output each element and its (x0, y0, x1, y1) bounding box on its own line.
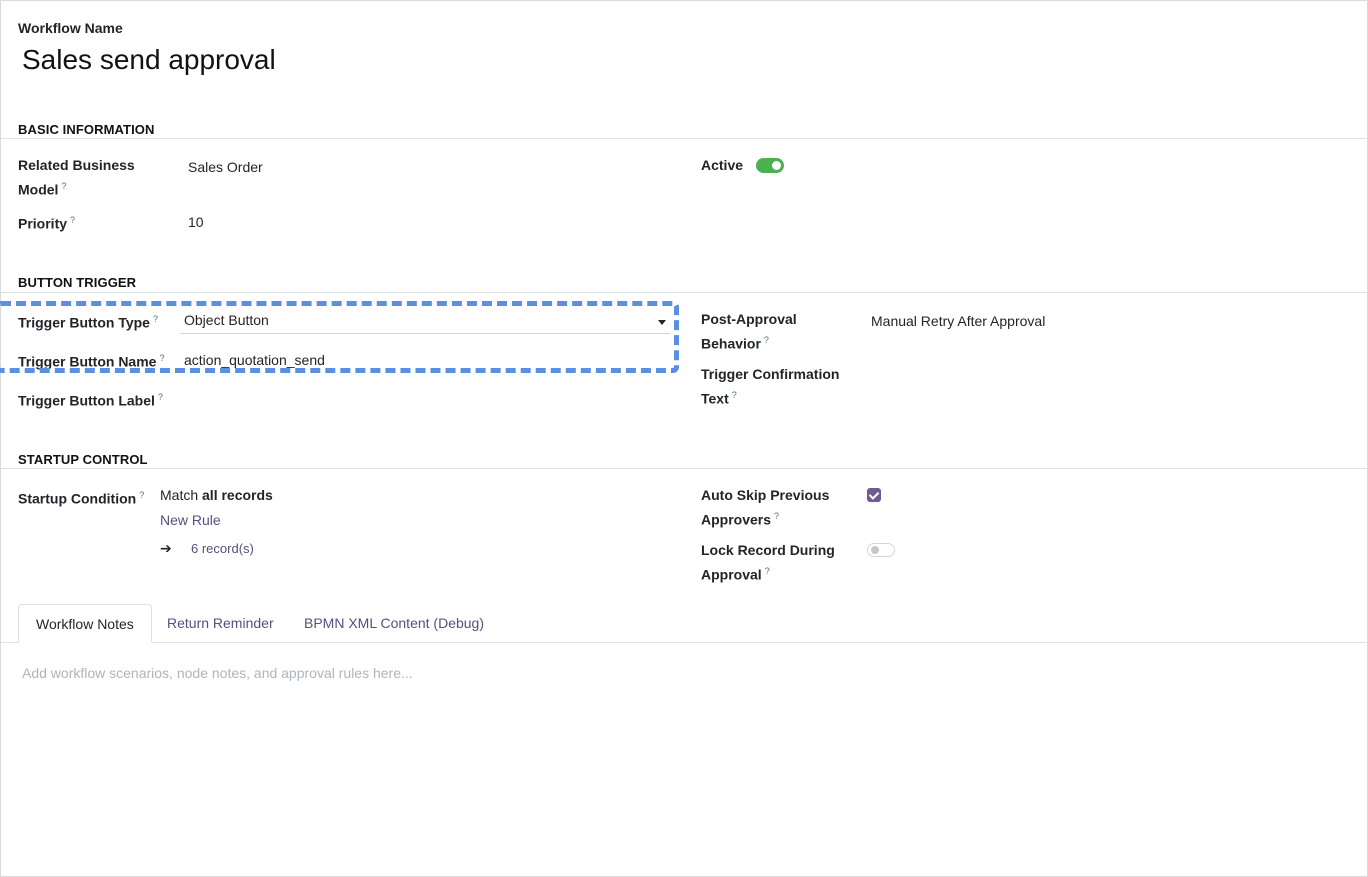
section-startup-control: STARTUP CONTROL (18, 452, 148, 467)
post-approval-behavior-field[interactable]: Manual Retry After Approval (871, 311, 1045, 332)
help-icon[interactable]: ? (61, 181, 66, 191)
help-icon[interactable]: ? (158, 392, 163, 402)
help-icon[interactable]: ? (159, 353, 164, 363)
help-icon[interactable]: ? (139, 490, 144, 500)
form-sheet: Workflow Name Sales send approval BASIC … (0, 0, 1368, 877)
trigger-button-type-value: Object Button (184, 312, 269, 328)
section-divider (1, 138, 1368, 139)
domain-match-prefix: Match (160, 487, 199, 503)
section-basic-information: BASIC INFORMATION (18, 122, 155, 137)
related-model-label: Related Business Model? (18, 155, 135, 201)
related-model-label-line1: Related Business (18, 157, 135, 173)
help-icon[interactable]: ? (774, 511, 779, 521)
help-icon[interactable]: ? (732, 390, 737, 400)
trigger-button-name-label: Trigger Button Name? (18, 348, 164, 373)
auto-skip-label-line1: Auto Skip Previous (701, 487, 830, 503)
section-button-trigger: BUTTON TRIGGER (18, 275, 137, 290)
related-model-label-line2: Model (18, 181, 59, 198)
auto-skip-approvers-checkbox[interactable] (867, 488, 881, 502)
trigger-confirmation-text-label: Trigger Confirmation Text? (701, 364, 839, 410)
records-count-link[interactable]: 6 record(s) (191, 538, 254, 559)
workflow-notes-editor[interactable]: Add workflow scenarios, node notes, and … (22, 665, 413, 681)
post-approval-label-line1: Post-Approval (701, 311, 797, 327)
help-icon[interactable]: ? (765, 566, 770, 576)
startup-condition-label: Startup Condition? (18, 485, 144, 510)
active-toggle[interactable] (756, 158, 784, 173)
trigger-button-name-label-text: Trigger Button Name (18, 353, 157, 370)
help-icon[interactable]: ? (70, 215, 75, 225)
trigger-button-label-label: Trigger Button Label? (18, 387, 163, 412)
domain-summary: Match all records (160, 485, 273, 506)
post-approval-behavior-label: Post-Approval Behavior? (701, 309, 797, 355)
tab-bpmn-xml-content[interactable]: BPMN XML Content (Debug) (287, 604, 501, 643)
tab-workflow-notes[interactable]: Workflow Notes (18, 604, 152, 643)
tab-return-reminder[interactable]: Return Reminder (150, 604, 291, 643)
trigger-confirmation-label-line2: Text (701, 390, 729, 407)
help-icon[interactable]: ? (153, 314, 158, 324)
auto-skip-label-line2: Approvers (701, 511, 772, 528)
active-label: Active (701, 157, 744, 173)
workflow-name-field[interactable]: Sales send approval (22, 41, 276, 79)
domain-match-scope: all records (202, 487, 273, 503)
new-rule-button[interactable]: New Rule (160, 510, 221, 531)
workflow-name-label: Workflow Name (18, 20, 123, 36)
trigger-button-label-label-text: Trigger Button Label (18, 392, 155, 409)
trigger-button-type-select[interactable]: Object Button (180, 310, 670, 334)
lock-record-toggle[interactable] (867, 543, 895, 557)
auto-skip-approvers-label: Auto Skip Previous Approvers? (701, 485, 829, 531)
section-divider (1, 292, 1368, 293)
trigger-button-type-label: Trigger Button Type? (18, 309, 158, 334)
priority-label-text: Priority (18, 215, 68, 232)
trigger-button-name-field[interactable]: action_quotation_send (184, 350, 325, 371)
lock-record-label-line1: Lock Record During (701, 542, 835, 558)
post-approval-label-line2: Behavior (701, 335, 761, 352)
related-model-field[interactable]: Sales Order (188, 157, 263, 178)
priority-label: Priority? (18, 210, 75, 235)
help-icon[interactable]: ? (764, 335, 769, 345)
trigger-button-type-label-text: Trigger Button Type (18, 314, 150, 331)
caret-down-icon (658, 320, 666, 325)
priority-field[interactable]: 10 (188, 212, 204, 233)
startup-condition-label-text: Startup Condition (18, 490, 137, 507)
arrow-right-icon: ➔ (160, 540, 172, 556)
lock-record-label: Lock Record During Approval? (701, 540, 835, 586)
section-divider (1, 468, 1368, 469)
trigger-confirmation-label-line1: Trigger Confirmation (701, 366, 840, 382)
lock-record-label-line2: Approval (701, 566, 762, 583)
